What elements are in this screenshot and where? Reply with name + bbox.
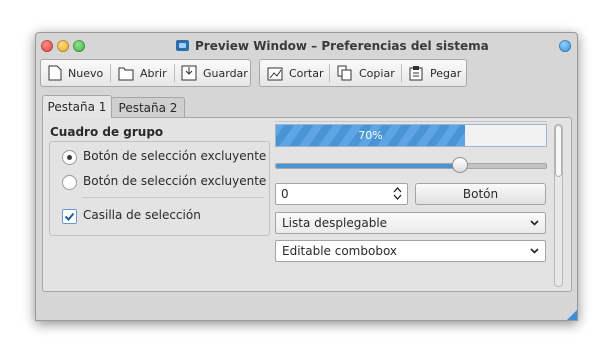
slider-track[interactable] — [275, 163, 547, 169]
close-button[interactable] — [41, 40, 53, 52]
spinbox-value: 0 — [281, 187, 289, 201]
paste-icon — [409, 66, 423, 81]
progress-bar: 70% — [275, 124, 547, 147]
scrollbar-thumb[interactable] — [555, 125, 562, 177]
copy-button[interactable]: Copiar — [337, 60, 395, 86]
checkbox[interactable] — [62, 209, 77, 224]
tab-pestana-2-label: Pestaña 2 — [118, 101, 178, 115]
dropdown-list[interactable]: Lista desplegable — [275, 212, 546, 234]
slider-handle[interactable] — [452, 157, 468, 173]
toolbar-separator — [401, 64, 402, 82]
minimize-button[interactable] — [57, 40, 69, 52]
save-button[interactable]: Guardar — [181, 60, 248, 86]
open-folder-icon — [118, 67, 134, 80]
spinbox[interactable]: 0 — [275, 183, 408, 205]
toolbar-separator — [110, 64, 111, 82]
boton-button-label: Botón — [462, 187, 499, 201]
radio-button-2[interactable] — [62, 175, 77, 190]
new-button-label: Nuevo — [68, 66, 104, 80]
editable-combobox[interactable]: Editable combobox — [275, 240, 546, 262]
maximize-button[interactable] — [73, 40, 85, 52]
toolbar-separator — [174, 64, 175, 82]
groupbox-divider — [82, 197, 264, 198]
radio-button-1-label[interactable]: Botón de selección excluyente — [83, 149, 266, 163]
toolbar-edit-group: Cortar Copiar Pegar — [259, 59, 467, 87]
spin-arrows-icon[interactable] — [393, 187, 402, 200]
copy-button-label: Copiar — [359, 66, 395, 80]
preview-window: Preview Window – Preferencias del sistem… — [35, 32, 578, 321]
keep-above-button[interactable] — [559, 40, 571, 52]
open-button[interactable]: Abrir — [118, 60, 167, 86]
toolbar-separator — [329, 64, 330, 82]
slider-fill — [276, 164, 460, 168]
checkmark-icon — [64, 212, 75, 221]
cut-icon — [267, 67, 283, 81]
window-title: Preview Window – Preferencias del sistem… — [176, 39, 489, 53]
editable-combobox-value: Editable combobox — [282, 244, 398, 258]
boton-button[interactable]: Botón — [415, 183, 546, 205]
resize-grip[interactable] — [567, 310, 577, 320]
copy-icon — [337, 65, 352, 81]
save-button-label: Guardar — [203, 66, 248, 80]
toolbar-file-group: Nuevo Abrir Guardar — [40, 59, 251, 87]
progress-bar-text: 70% — [358, 129, 383, 142]
tab-pestana-1[interactable]: Pestaña 1 — [42, 95, 112, 118]
open-button-label: Abrir — [140, 66, 167, 80]
radio-button-2-label[interactable]: Botón de selección excluyente — [83, 174, 266, 188]
window-title-text: Preview Window – Preferencias del sistem… — [195, 39, 489, 53]
vertical-scrollbar[interactable] — [554, 124, 563, 287]
new-document-icon — [48, 65, 62, 81]
top-divider — [275, 121, 547, 122]
checkbox-label[interactable]: Casilla de selección — [83, 208, 201, 222]
save-icon — [181, 65, 197, 81]
cut-button[interactable]: Cortar — [267, 60, 324, 86]
tab-pestana-1-label: Pestaña 1 — [47, 100, 107, 114]
chevron-down-icon — [530, 248, 539, 254]
app-icon — [176, 40, 189, 51]
dropdown-list-value: Lista desplegable — [282, 216, 388, 230]
paste-button-label: Pegar — [430, 66, 462, 80]
paste-button[interactable]: Pegar — [408, 60, 461, 86]
new-button[interactable]: Nuevo — [48, 60, 103, 86]
radio-button-1[interactable] — [62, 150, 77, 165]
cut-button-label: Cortar — [289, 66, 324, 80]
chevron-down-icon — [530, 220, 539, 226]
title-bar[interactable]: Preview Window – Preferencias del sistem… — [36, 33, 577, 59]
tab-pestana-2[interactable]: Pestaña 2 — [111, 97, 185, 118]
groupbox-title: Cuadro de grupo — [50, 125, 164, 139]
